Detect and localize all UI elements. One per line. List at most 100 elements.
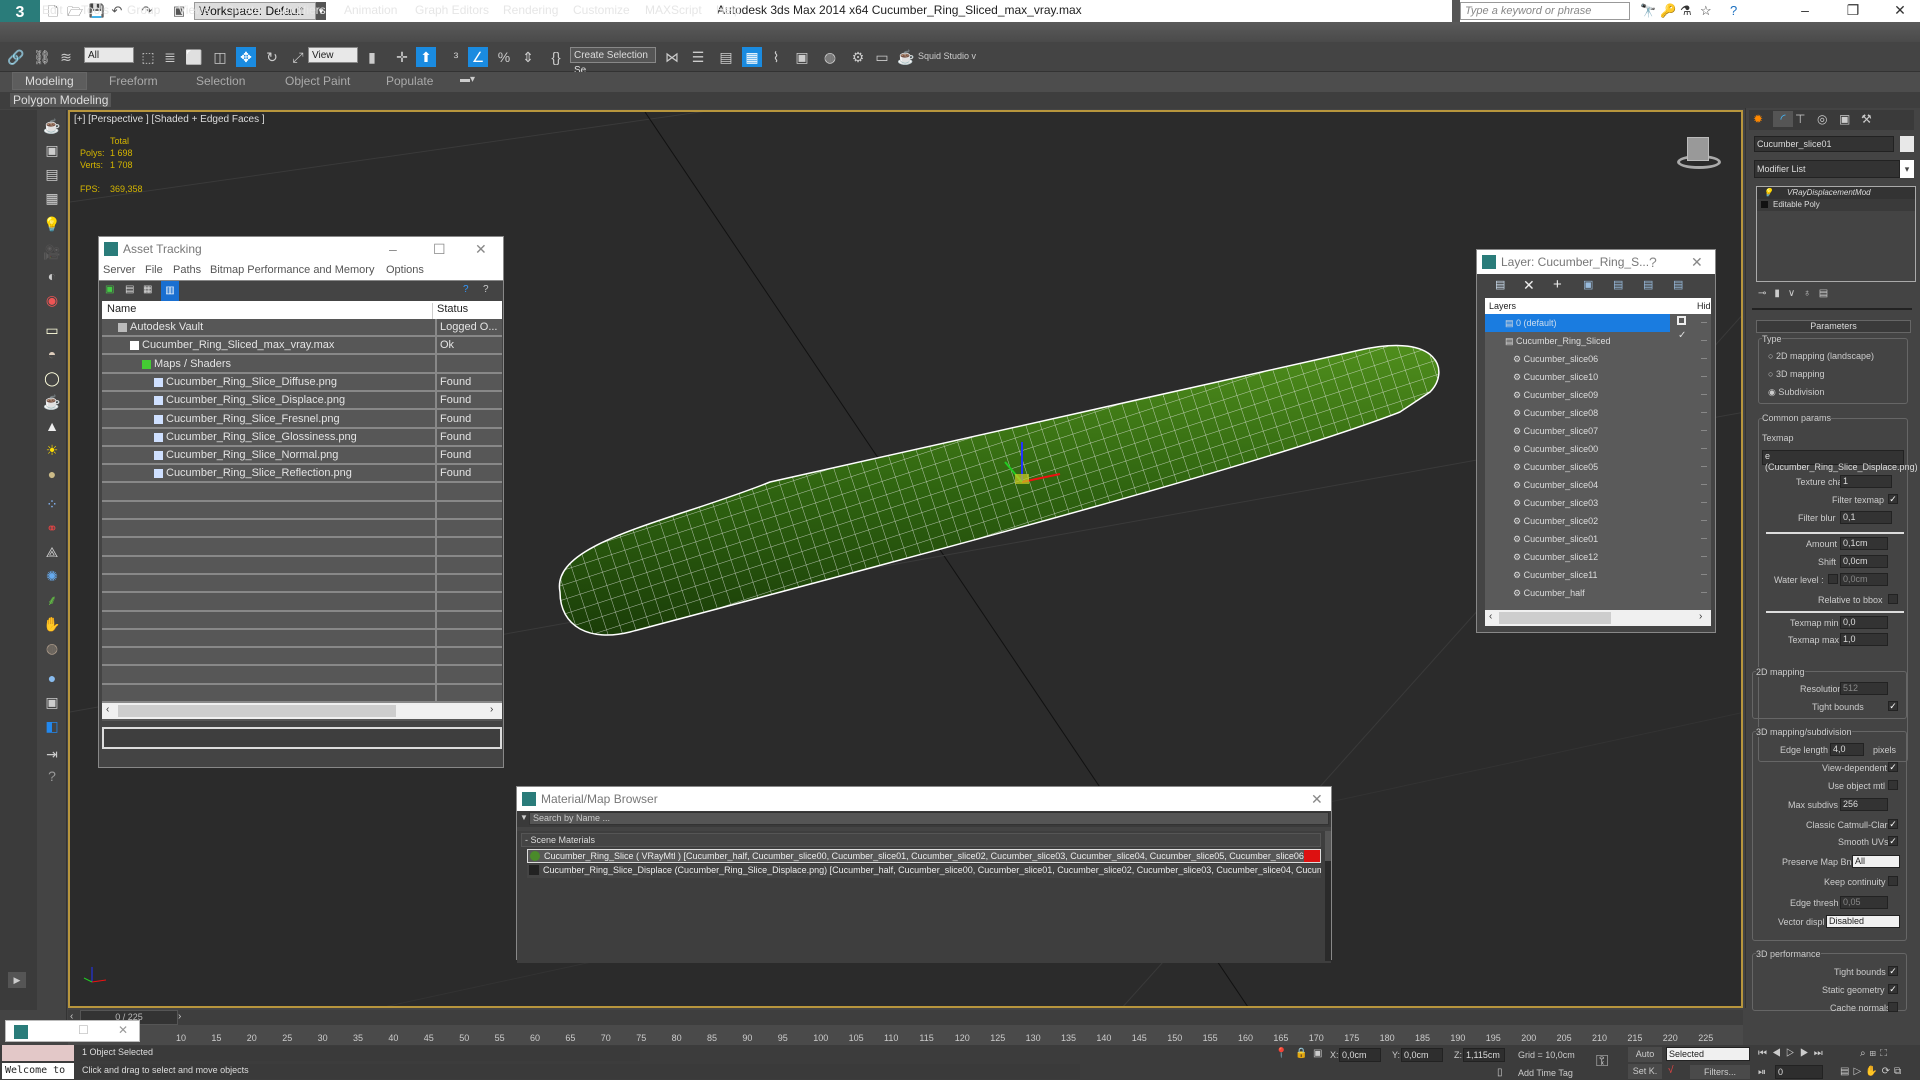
zoom-all-icon[interactable]: ⊞ [1870, 1048, 1880, 1059]
tab-freeform[interactable]: Freeform [109, 74, 158, 88]
help-icon[interactable]: ? [1730, 3, 1737, 18]
key-icon[interactable]: 🔑 [1660, 3, 1676, 19]
align-icon[interactable]: ☰ [688, 47, 708, 67]
next-key-icon[interactable]: ▶ [1800, 1048, 1814, 1059]
menu-animation[interactable]: Animation [344, 3, 397, 17]
disc-light-icon[interactable]: ◯ [42, 368, 62, 388]
highlight-layer-icon[interactable]: ▤ [1613, 278, 1623, 291]
asset-row[interactable]: Cucumber_Ring_Slice_Displace.png Found [102, 392, 502, 411]
go-to-start-icon[interactable]: ⏮ [1758, 1048, 1772, 1059]
menu-create[interactable]: Create [225, 3, 261, 17]
vr-camera-icon[interactable]: ◐ [42, 266, 62, 286]
curve-editor-icon[interactable]: ⌇ [766, 47, 786, 67]
snaps-toggle-icon[interactable]: ³ [446, 47, 466, 67]
select-move-icon[interactable]: ✥ [236, 47, 256, 67]
close-icon[interactable]: ✕ [475, 237, 487, 261]
modify-tab-icon[interactable]: ◜ [1773, 111, 1793, 127]
render-teapot-icon[interactable]: ☕ [896, 47, 916, 67]
mesh-light-icon[interactable]: ☕ [42, 392, 62, 412]
asset-row[interactable]: Cucumber_Ring_Slice_Glossiness.png Found [102, 428, 502, 447]
cache-normals-checkbox[interactable] [1888, 1002, 1898, 1012]
tab-populate[interactable]: Populate [386, 74, 433, 88]
maxscript-input[interactable]: Welcome to [2, 1063, 74, 1079]
search-expand-icon[interactable] [1452, 0, 1460, 22]
asset-tracking-titlebar[interactable]: Asset Tracking – ☐ ✕ [99, 237, 503, 261]
time-tag-icon[interactable]: ▯ [1497, 1067, 1503, 1078]
next-frame-icon[interactable]: › [178, 1011, 181, 1022]
max-subdivs-spinner[interactable]: 256 [1840, 798, 1888, 811]
asset-row[interactable]: Autodesk Vault Logged O... [102, 319, 502, 337]
freeze-all-icon[interactable]: ▤ [1673, 278, 1683, 291]
amount-spinner[interactable]: 0,1cm [1840, 537, 1888, 550]
hide-toggle[interactable] [1701, 322, 1707, 323]
list-view-icon[interactable]: ▤ [125, 284, 134, 295]
light-icon[interactable]: 💡 [42, 214, 62, 234]
column-hide[interactable]: Hid [1697, 301, 1711, 311]
display-tab-icon[interactable]: ▣ [1839, 112, 1850, 126]
material-item[interactable]: Cucumber_Ring_Slice ( VRayMtl ) [Cucumbe… [527, 849, 1321, 863]
hair-farm-icon[interactable]: ✋ [42, 614, 62, 634]
close-button[interactable]: ✕ [1885, 2, 1915, 19]
unlink-icon[interactable]: ⛓ [32, 47, 52, 67]
dome-light-icon[interactable]: ◓ [42, 344, 62, 364]
create-tab-icon[interactable]: ✹ [1753, 112, 1763, 126]
layer-item[interactable]: ⚙ Cucumber_slice01 [1485, 530, 1670, 548]
edge-length-spinner[interactable]: 4,0 [1830, 743, 1864, 756]
menu-rendering[interactable]: Rendering [503, 3, 558, 17]
pan-icon[interactable]: ✋ [1865, 1066, 1881, 1077]
render-region-icon[interactable]: ▣ [42, 692, 62, 712]
layer-item[interactable]: ⚙ Cucumber_slice00 [1485, 440, 1670, 458]
percent-snap-icon[interactable]: % [494, 47, 514, 67]
volume-icon[interactable]: ✺ [42, 566, 62, 586]
favorites-star-icon[interactable]: ☆ [1700, 3, 1712, 19]
viewcube[interactable] [1675, 137, 1721, 169]
layer-item[interactable]: ⚙ Cucumber_slice11 [1485, 566, 1670, 584]
keyword-search-input[interactable]: Type a keyword or phrase [1460, 2, 1630, 20]
layer-item[interactable]: ⚙ Cucumber_slice07 [1485, 422, 1670, 440]
layer-item[interactable]: ⚙ Cucumber_slice03 [1485, 494, 1670, 512]
key-mode-icon[interactable]: √ [1668, 1065, 1674, 1076]
layer-titlebar[interactable]: Layer: Cucumber_Ring_S... ? ✕ [1477, 250, 1715, 274]
rect-selection-icon[interactable]: ⬜ [184, 47, 204, 67]
y-coordinate-field[interactable]: 0,0cm [1401, 1048, 1443, 1062]
maximize-icon[interactable]: ☐ [433, 237, 446, 261]
material-item[interactable]: Cucumber_Ring_Slice_Displace (Cucumber_R… [527, 864, 1321, 878]
tab-modeling[interactable]: Modeling [12, 72, 87, 90]
viewport-config-icon[interactable]: ▣ [42, 140, 62, 160]
time-slider[interactable]: ‹ 0 / 225 › [68, 1010, 1743, 1025]
use-object-mtl-checkbox[interactable] [1888, 780, 1898, 790]
hide-toggle[interactable] [1701, 376, 1707, 377]
current-layer-checkmark[interactable]: ✓ [1678, 330, 1686, 341]
water-level-spinner[interactable]: 0,0cm [1840, 573, 1888, 586]
hide-toggle[interactable] [1701, 592, 1707, 593]
plane-light-icon[interactable]: ▭ [42, 320, 62, 340]
ox-icon[interactable]: ◍ [42, 638, 62, 658]
help-button[interactable]: ? [1649, 250, 1657, 274]
pivot-center-icon[interactable]: ▮ [362, 47, 382, 67]
menu-paths[interactable]: Paths [173, 264, 201, 276]
minimized-window[interactable]: ☐ ✕ [5, 1020, 140, 1042]
set-key-icon[interactable]: ⚿ [1596, 1053, 1608, 1071]
stack-item[interactable]: 💡 VRayDisplacementMod [1757, 187, 1915, 199]
hide-toggle[interactable] [1701, 484, 1707, 485]
asset-row[interactable]: Cucumber_Ring_Slice_Reflection.png Found [102, 465, 502, 484]
edge-thresh-spinner[interactable]: 0,05 [1840, 896, 1888, 909]
material-editor-icon[interactable]: ◍ [820, 47, 840, 67]
ies-light-icon[interactable]: ▲ [42, 416, 62, 436]
static-geometry-checkbox[interactable]: ✓ [1888, 984, 1898, 994]
context-help-icon[interactable]: ? [483, 284, 489, 295]
water-level-checkbox[interactable] [1828, 574, 1838, 584]
menu-edit[interactable]: Edit [42, 3, 63, 17]
rendered-frame-icon[interactable]: ▭ [872, 47, 892, 67]
track-bar[interactable]: 10 15 20 25 30 35 40 45 50 55 60 65 70 75 80 85 90 95 100 1… [68, 1025, 1743, 1045]
make-unique-icon[interactable]: ∨ [1788, 288, 1803, 299]
column-layers[interactable]: Layers [1489, 301, 1516, 311]
zoom-extents-icon[interactable]: ⛶ [1880, 1048, 1891, 1059]
minimize-button[interactable]: – [1790, 2, 1820, 18]
layer-item[interactable]: ⚙ Cucumber_slice12 [1485, 548, 1670, 566]
scene-materials-rollout[interactable]: - Scene Materials [521, 833, 1321, 847]
scrollbar-thumb[interactable] [1499, 612, 1611, 624]
menu-graph-editors[interactable]: Graph Editors [415, 3, 489, 17]
key-mode-toggle-icon[interactable]: ⏯ [1758, 1067, 1766, 1078]
maximize-icon[interactable]: ☐ [78, 1023, 89, 1037]
